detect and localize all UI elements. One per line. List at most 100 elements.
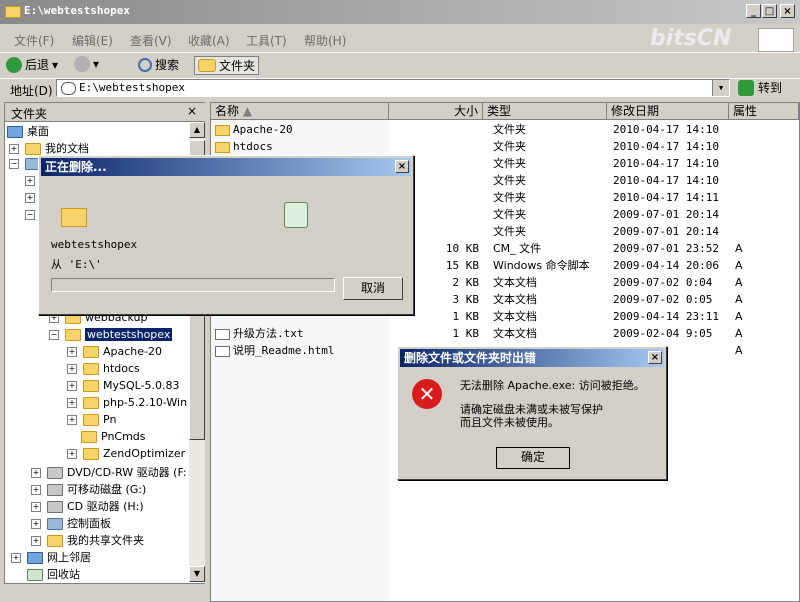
- tree-label: PnCmds: [101, 430, 146, 443]
- menu-favorites[interactable]: 收藏(A): [188, 32, 230, 49]
- windows-logo-icon: [758, 28, 794, 52]
- cell-date: 2009-02-04 9:05: [613, 327, 713, 340]
- minimize-button[interactable]: _: [746, 4, 761, 18]
- folders-button[interactable]: 文件夹: [194, 56, 260, 75]
- address-dropdown-icon[interactable]: ▾: [712, 80, 729, 96]
- tree-item-dvd-drive[interactable]: + DVD/CD-RW 驱动器 (F:: [31, 464, 187, 480]
- cell-type: 文件夹: [493, 140, 526, 153]
- address-value: E:\webtestshopex: [79, 81, 185, 94]
- column-header-date[interactable]: 修改日期: [607, 103, 729, 120]
- tree-item-webtestshopex[interactable]: − webtestshopex: [49, 328, 173, 341]
- table-row[interactable]: 升级方法.txt 1 KB 文本文档 2009-02-04 9:05 A: [211, 325, 799, 342]
- deleting-filename: webtestshopex: [51, 238, 138, 251]
- cell-type: Windows 命令脚本: [493, 259, 590, 272]
- tree-item-mysql[interactable]: + MySQL-5.0.83: [67, 379, 180, 392]
- cell-attr: A: [735, 259, 743, 272]
- tree-item-network[interactable]: + 网上邻居: [11, 549, 91, 565]
- tree-item-recycle-bin[interactable]: 回收站: [27, 566, 80, 582]
- scroll-up-icon[interactable]: ▲: [189, 122, 205, 138]
- column-header-type[interactable]: 类型: [483, 103, 607, 120]
- expand-icon[interactable]: +: [11, 553, 21, 563]
- tree-label: 可移动磁盘 (G:): [67, 483, 147, 496]
- scroll-down-icon[interactable]: ▼: [189, 566, 205, 582]
- column-header-name[interactable]: 名称 ▲: [211, 103, 389, 120]
- tree-item-removable-disk[interactable]: + 可移动磁盘 (G:): [31, 481, 146, 497]
- tree-label: Pn: [103, 413, 117, 426]
- menu-view[interactable]: 查看(V): [130, 32, 172, 49]
- documents-icon: [25, 143, 41, 155]
- cell-size: 15 KB: [445, 259, 479, 272]
- expand-icon[interactable]: +: [31, 519, 41, 529]
- expand-icon[interactable]: +: [31, 536, 41, 546]
- expand-icon[interactable]: +: [9, 144, 19, 154]
- error-message-line1: 无法删除 Apache.exe: 访问被拒绝。: [460, 379, 645, 392]
- menu-help[interactable]: 帮助(H): [304, 32, 346, 49]
- go-button[interactable]: 转到: [738, 79, 782, 96]
- expand-icon[interactable]: +: [31, 485, 41, 495]
- folder-pane-header: 文件夹 ×: [5, 103, 205, 122]
- cell-attr: A: [735, 310, 743, 323]
- expand-icon[interactable]: +: [25, 193, 35, 203]
- cell-size: 2 KB: [452, 276, 480, 289]
- collapse-icon[interactable]: −: [9, 159, 19, 169]
- table-row[interactable]: htdocs 文件夹 2010-04-17 14:10: [211, 138, 799, 155]
- cd-drive-icon: [47, 501, 63, 513]
- menu-tools[interactable]: 工具(T): [246, 32, 287, 49]
- tree-label: 我的共享文件夹: [67, 534, 144, 547]
- tree-label: 网上邻居: [47, 551, 91, 564]
- tree-item-apache[interactable]: + Apache-20: [67, 345, 162, 358]
- close-button[interactable]: ×: [780, 4, 795, 18]
- expand-icon[interactable]: +: [31, 502, 41, 512]
- tree-item-php[interactable]: + php-5.2.10-Win: [67, 396, 187, 409]
- cell-date: 2010-04-17 14:10: [613, 174, 719, 187]
- address-bar: 地址(D) E:\webtestshopex ▾ 转到: [0, 78, 800, 101]
- forward-button[interactable]: ▾: [74, 56, 99, 72]
- column-label: 类型: [487, 104, 512, 118]
- column-header-attributes[interactable]: 属性: [729, 103, 799, 120]
- search-button[interactable]: 搜索: [138, 56, 179, 73]
- desktop-icon: [7, 126, 23, 138]
- expand-icon[interactable]: +: [31, 468, 41, 478]
- tree-item-pncmds[interactable]: PnCmds: [81, 430, 146, 443]
- cell-date: 2009-07-02 0:04: [613, 276, 713, 289]
- tree-label: 控制面板: [67, 517, 111, 530]
- maximize-button[interactable]: □: [762, 4, 777, 18]
- close-icon[interactable]: ×: [395, 160, 409, 173]
- tree-item-shared-folder[interactable]: + 我的共享文件夹: [31, 532, 144, 548]
- tree-item-desktop[interactable]: 桌面: [7, 123, 49, 139]
- expand-icon[interactable]: +: [67, 398, 77, 408]
- ok-button[interactable]: 确定: [496, 447, 570, 469]
- address-input[interactable]: E:\webtestshopex ▾: [56, 79, 730, 97]
- cell-date: 2010-04-17 14:11: [613, 191, 719, 204]
- close-icon[interactable]: ×: [187, 104, 197, 118]
- tree-label: webtestshopex: [85, 328, 173, 341]
- expand-icon[interactable]: +: [67, 364, 77, 374]
- tree-item-cd-drive[interactable]: + CD 驱动器 (H:): [31, 498, 144, 514]
- collapse-icon[interactable]: −: [49, 330, 59, 340]
- tree-item-pn[interactable]: + Pn: [67, 413, 116, 426]
- back-button[interactable]: 后退 ▾: [6, 56, 58, 73]
- tree-item-control-panel[interactable]: + 控制面板: [31, 515, 111, 531]
- menu-edit[interactable]: 编辑(E): [72, 32, 113, 49]
- tree-item-zendoptimizer[interactable]: + ZendOptimizer: [67, 447, 185, 460]
- expand-icon[interactable]: +: [67, 415, 77, 425]
- cancel-button[interactable]: 取消: [343, 277, 403, 300]
- table-row[interactable]: Apache-20 文件夹 2010-04-17 14:10: [211, 121, 799, 138]
- forward-arrow-icon: [74, 56, 90, 72]
- expand-icon[interactable]: +: [67, 381, 77, 391]
- tree-item-htdocs[interactable]: + htdocs: [67, 362, 140, 375]
- collapse-icon[interactable]: −: [25, 210, 35, 220]
- column-header-size[interactable]: 大小: [389, 103, 483, 120]
- expand-icon[interactable]: +: [67, 449, 77, 459]
- cell-type: 文件夹: [493, 191, 526, 204]
- folder-icon: [215, 125, 230, 136]
- folder-icon: [65, 329, 81, 341]
- deleting-source: 从 'E:\': [51, 258, 102, 271]
- column-label: 大小: [453, 104, 478, 118]
- expand-icon[interactable]: +: [25, 176, 35, 186]
- expand-icon[interactable]: +: [67, 347, 77, 357]
- tree-item-my-documents[interactable]: + 我的文档: [9, 140, 89, 156]
- removable-disk-icon: [47, 484, 63, 496]
- menu-file[interactable]: 文件(F): [14, 32, 54, 49]
- close-icon[interactable]: ×: [648, 351, 662, 364]
